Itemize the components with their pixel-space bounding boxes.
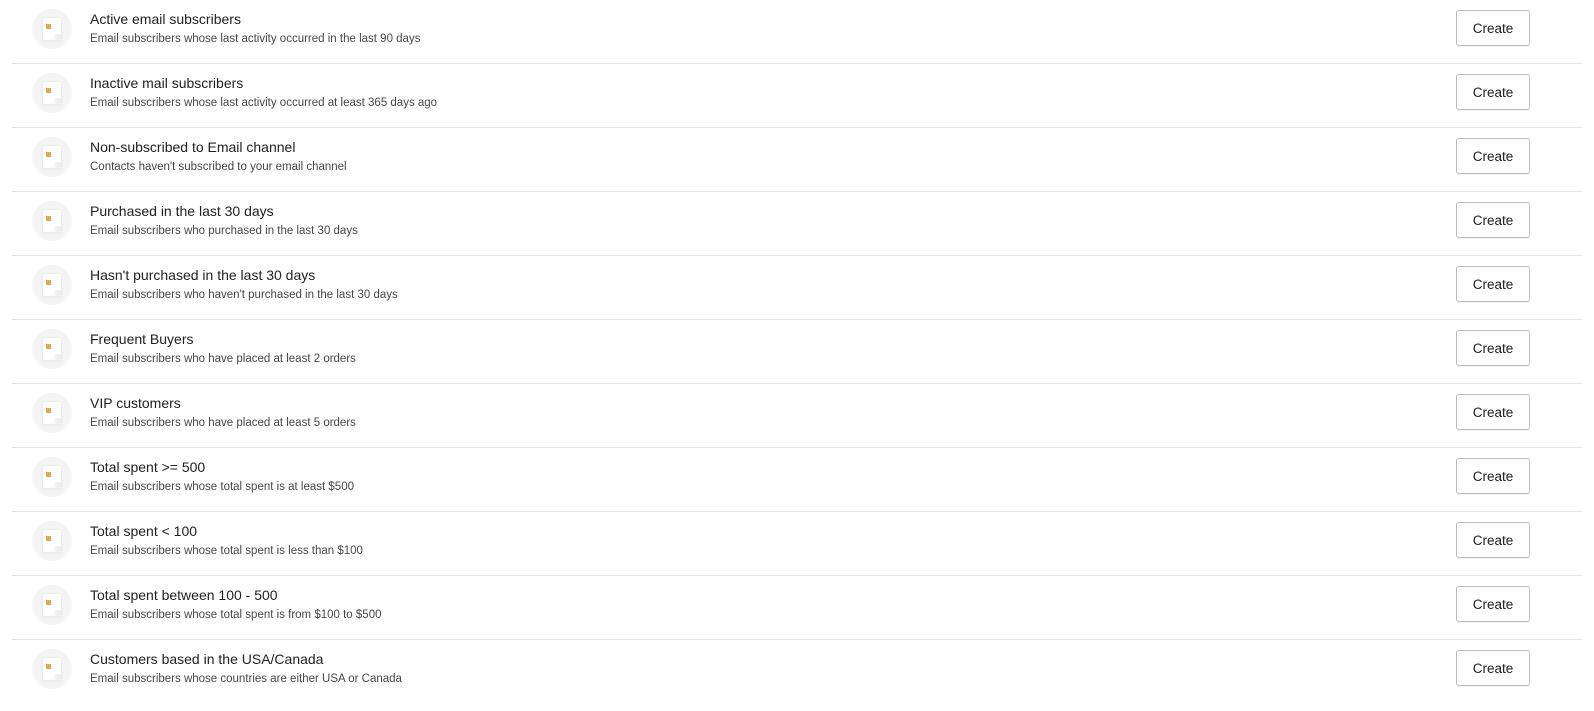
segment-title: Non-subscribed to Email channel [90,139,296,155]
segment-row: Frequent Buyers Email subscribers who ha… [12,320,1582,384]
segment-description: Email subscribers who haven't purchased … [90,289,398,301]
segment-row: Total spent >= 500 Email subscribers who… [12,448,1582,512]
segment-description: Contacts haven't subscribed to your emai… [90,161,347,173]
document-icon [32,265,72,305]
segment-description: Email subscribers who have placed at lea… [90,417,356,429]
document-icon [32,521,72,561]
segment-title: Purchased in the last 30 days [90,203,274,219]
document-icon [32,9,72,49]
segment-template-list: Active email subscribers Email subscribe… [12,0,1582,704]
segment-row: Total spent < 100 Email subscribers whos… [12,512,1582,576]
create-button[interactable]: Create [1456,202,1530,238]
segment-title: Frequent Buyers [90,331,194,347]
segment-description: Email subscribers whose countries are ei… [90,673,402,685]
segment-title: Total spent < 100 [90,523,198,539]
document-icon [32,73,72,113]
create-button[interactable]: Create [1456,10,1530,46]
segment-title: Active email subscribers [90,11,241,27]
create-button[interactable]: Create [1456,522,1530,558]
segment-row: VIP customers Email subscribers who have… [12,384,1582,448]
segment-title: Total spent >= 500 [90,459,206,475]
segment-title: Hasn't purchased in the last 30 days [90,267,316,283]
segment-title: Total spent between 100 - 500 [90,587,278,603]
create-button[interactable]: Create [1456,650,1530,686]
segment-title: VIP customers [90,395,181,411]
create-button[interactable]: Create [1456,74,1530,110]
segment-description: Email subscribers whose last activity oc… [90,33,421,45]
segment-row: Hasn't purchased in the last 30 days Ema… [12,256,1582,320]
segment-row: Customers based in the USA/Canada Email … [12,640,1582,704]
create-button[interactable]: Create [1456,586,1530,622]
segment-title: Customers based in the USA/Canada [90,651,324,667]
segment-description: Email subscribers whose total spent is a… [90,481,354,493]
segment-description: Email subscribers whose last activity oc… [90,97,438,109]
segment-row: Total spent between 100 - 500 Email subs… [12,576,1582,640]
segment-title: Inactive mail subscribers [90,75,244,91]
segment-description: Email subscribers who purchased in the l… [90,225,358,237]
segment-description: Email subscribers whose total spent is l… [90,545,363,557]
document-icon [32,393,72,433]
segment-row: Purchased in the last 30 days Email subs… [12,192,1582,256]
segment-row: Active email subscribers Email subscribe… [12,0,1582,64]
document-icon [32,649,72,689]
segment-description: Email subscribers whose total spent is f… [90,609,382,621]
segment-row: Inactive mail subscribers Email subscrib… [12,64,1582,128]
create-button[interactable]: Create [1456,394,1530,430]
document-icon [32,457,72,497]
create-button[interactable]: Create [1456,458,1530,494]
create-button[interactable]: Create [1456,138,1530,174]
segment-row: Non-subscribed to Email channel Contacts… [12,128,1582,192]
create-button[interactable]: Create [1456,266,1530,302]
document-icon [32,201,72,241]
segment-description: Email subscribers who have placed at lea… [90,353,356,365]
document-icon [32,585,72,625]
document-icon [32,329,72,369]
create-button[interactable]: Create [1456,330,1530,366]
document-icon [32,137,72,177]
